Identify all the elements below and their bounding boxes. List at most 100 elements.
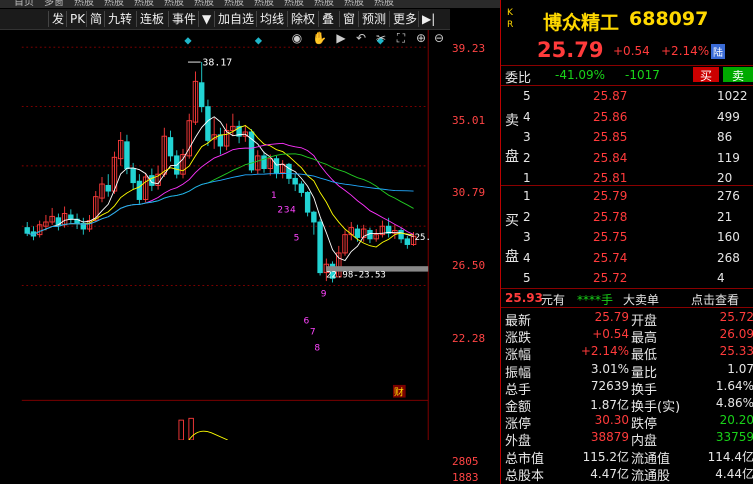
kr-badge-bottom: R: [507, 20, 514, 30]
menu-item[interactable]: 热股: [224, 0, 244, 8]
toolbar-button[interactable]: 均线: [256, 11, 284, 27]
volume-tick-label: 1883: [452, 471, 479, 484]
candle-body: [24, 227, 30, 234]
chart-toolbar: 发 PK 简九转 连板 事件 加自选 均线 除权叠窗预测 更多 ▼ ▶|: [0, 9, 450, 30]
low-price-label: 22.98-23.53: [326, 271, 386, 281]
wave-label: 1: [271, 191, 277, 201]
stat-value: 1.64%: [715, 378, 753, 393]
menu-item[interactable]: 热股: [74, 0, 94, 8]
toolbar-button[interactable]: 窗: [339, 11, 355, 27]
candle-body: [124, 141, 130, 169]
event-tag: 财: [394, 386, 404, 399]
hand-icon[interactable]: ✋: [312, 31, 327, 45]
stat-label: 涨停: [505, 417, 532, 433]
stat-value: 38879: [590, 430, 629, 445]
asks-price: 25.87: [593, 89, 628, 103]
menu-item[interactable]: 热股: [104, 0, 124, 8]
event-diamond-icon: [254, 37, 263, 45]
kline-chart[interactable]: 38.17 22.98-23.53 25. 12 3 4 5 67 8 9 财: [0, 30, 450, 440]
candle-body: [105, 184, 111, 192]
bids-lvl: 4: [523, 250, 531, 265]
stat-label: 总手: [505, 382, 532, 398]
menu-item[interactable]: 热股: [194, 0, 214, 8]
wave-label: 8: [314, 344, 320, 354]
stock-code: 688097: [629, 8, 709, 30]
stat-value: 4.86%: [715, 396, 753, 410]
stat-label: 跌停: [631, 417, 658, 433]
bids-vol: 160: [717, 230, 740, 244]
wave-label: 9: [321, 289, 327, 299]
toolbar-button[interactable]: 发: [48, 11, 64, 27]
last-price: 25.79: [537, 38, 604, 62]
menu-item[interactable]: 首页: [14, 0, 34, 8]
menu-item[interactable]: 热股: [374, 0, 394, 8]
menu-item[interactable]: 热股: [134, 0, 154, 8]
toolbar-button[interactable]: 事件: [168, 11, 196, 27]
bigorder-label: 大卖单: [623, 293, 660, 307]
bid-side-label: 盘: [505, 249, 519, 265]
volume-tick-label: 2805: [452, 455, 479, 468]
menu-item[interactable]: 热股: [344, 0, 364, 8]
sell-button[interactable]: 卖: [723, 67, 753, 83]
toolbar-button[interactable]: 简: [86, 11, 102, 27]
fullscreen-icon[interactable]: ⛶: [394, 31, 408, 45]
high-price-label: 38.17: [202, 58, 232, 69]
candle-body: [217, 134, 224, 147]
stat-label: 开盘: [631, 314, 658, 329]
weibi-value: -41.09%: [555, 68, 606, 82]
stat-label: 总市值: [505, 451, 545, 467]
asks-lvl: 3: [523, 130, 531, 144]
price-change-pct: +2.14%: [661, 44, 710, 58]
stat-value: 25.72: [719, 310, 753, 324]
undo-icon[interactable]: ↶: [354, 31, 368, 45]
menu-item[interactable]: 热股: [284, 0, 304, 8]
asks-vol: 119: [717, 150, 740, 165]
candle-body: [286, 163, 292, 179]
ask-side-label: 盘: [505, 149, 519, 165]
candle-body: [292, 177, 298, 185]
quote-panel: K R 博众精工 688097 25.79 +0.54 +2.14% 陆 委比 …: [500, 0, 753, 484]
candle-body: [404, 238, 411, 245]
wave-label: 2: [277, 205, 283, 215]
bigorder-view-link[interactable]: 点击查看: [691, 291, 739, 308]
stat-label: 量比: [631, 365, 658, 381]
zoom-out-icon[interactable]: ⊖: [432, 31, 446, 45]
toolbar-button[interactable]: 除权: [287, 11, 315, 27]
bids-price: 25.75: [593, 230, 628, 244]
candle-body: [130, 168, 136, 184]
toolbar-button[interactable]: 九转: [104, 11, 132, 27]
play-icon[interactable]: ▶: [334, 31, 348, 45]
menu-item[interactable]: 热股: [164, 0, 184, 8]
bids-vol: 4: [717, 271, 725, 285]
stat-value: 30.30: [594, 413, 629, 428]
stat-value: +2.14%: [580, 344, 629, 359]
y-tick-label: 39.23: [452, 42, 486, 55]
asks-vol: 20: [717, 171, 733, 185]
toolbar-button[interactable]: 更多: [389, 11, 417, 27]
bigorder-price: 25.93: [505, 291, 543, 305]
candle-body: [261, 155, 267, 169]
candle-body: [304, 192, 311, 213]
zoom-in-icon[interactable]: ⊕: [414, 31, 428, 45]
bids-vol: 21: [717, 209, 733, 224]
volume-ma-line: [188, 430, 228, 440]
toolbar-button[interactable]: 连板: [136, 11, 164, 27]
menu-item[interactable]: 多窗: [44, 0, 64, 8]
asks-vol: 86: [717, 130, 733, 144]
ask-side-label: 卖: [505, 113, 519, 129]
toolbar-button[interactable]: PK: [66, 11, 85, 27]
y-tick-label: 26.50: [452, 259, 486, 272]
toolbar-button[interactable]: 加自选: [214, 11, 254, 27]
toolbar-button[interactable]: 预测: [358, 11, 386, 27]
skip-icon[interactable]: ▶|: [418, 11, 435, 27]
menu-item[interactable]: 热股: [314, 0, 334, 8]
triangle-down-icon[interactable]: ▼: [198, 11, 211, 27]
buy-button[interactable]: 买: [693, 67, 719, 83]
menu-item[interactable]: 热股: [254, 0, 274, 8]
stat-value: 1.87亿: [590, 398, 629, 412]
toolbar-button[interactable]: 叠: [318, 11, 334, 27]
bids-lvl: 2: [523, 209, 531, 224]
scissors-icon[interactable]: ✂: [374, 31, 388, 45]
eye-icon[interactable]: ◉: [290, 31, 304, 45]
bids-vol: 268: [717, 250, 740, 265]
